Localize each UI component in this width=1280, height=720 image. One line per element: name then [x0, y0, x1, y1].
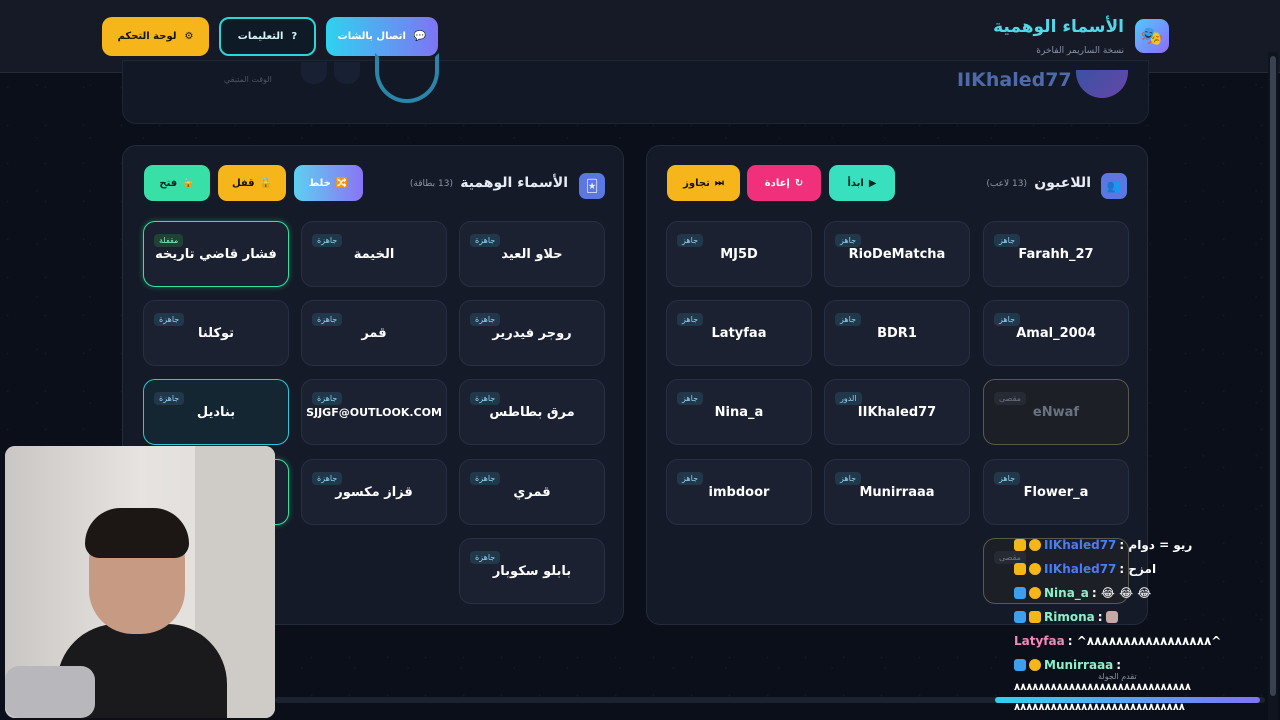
badge-icon	[1029, 563, 1041, 575]
chat-message: ٨٨٨٨٨٨٨٨٨٨٨٨٨٨٨٨٨٨٨٨٨٨٨٨٨٨٨٨٨	[1014, 682, 1192, 693]
refresh-icon: ↻	[794, 177, 804, 189]
chat-message: ٨٨٨٨٨٨٨٨٨٨٨٨٨٨٨٨٨٨٨٨٨٨٨٨٨٨٨٨	[1014, 702, 1185, 713]
open-button[interactable]: 🔓 فتح	[144, 165, 210, 201]
card-icon: 🃏	[579, 173, 605, 199]
name-card[interactable]: جاهزة بناديل	[143, 379, 289, 445]
name-card[interactable]: جاهزة قمر	[301, 300, 447, 366]
chat-message: Munirraaa :	[1014, 658, 1121, 672]
reset-button[interactable]: ↻ إعادة	[747, 165, 821, 201]
badge-icon	[1029, 611, 1041, 623]
player-card[interactable]: جاهز Flower_a	[983, 459, 1129, 525]
chat-message: Nina_a : 😂 😂 😂	[1014, 586, 1151, 600]
chat-icon: 💬	[413, 31, 427, 42]
skip-icon: ⏭	[714, 177, 724, 189]
lock-button[interactable]: 🔒 قفل	[218, 165, 286, 201]
chat-message: IIKhaled77 : ريو = دوام	[1014, 538, 1192, 552]
names-panel-title: الأسماء الوهمية	[460, 175, 568, 191]
chat-message: Rimona :	[1014, 610, 1118, 624]
chat-overlay: IIKhaled77 : ريو = دوام IIKhaled77 : امز…	[1014, 532, 1280, 720]
players-count: (13 لاعب)	[986, 179, 1027, 189]
name-card[interactable]: جاهزة حلاو العيد	[459, 221, 605, 287]
microphone	[5, 666, 95, 718]
name-card[interactable]: مقفلة فشار قاضي تاريخه	[143, 221, 289, 287]
player-card[interactable]: جاهز Amal_2004	[983, 300, 1129, 366]
badge-icon	[1029, 539, 1041, 551]
name-card[interactable]: جاهزة قزاز مكسور	[301, 459, 447, 525]
name-card[interactable]: جاهزة توكلنا	[143, 300, 289, 366]
player-card[interactable]: جاهز BDR1	[824, 300, 970, 366]
badge-icon	[1014, 539, 1026, 551]
players-icon: 👥	[1101, 173, 1127, 199]
lock-icon: 🔒	[259, 177, 273, 189]
shuffle-icon: 🔀	[335, 177, 349, 189]
shuffle-button[interactable]: 🔀 خلط	[294, 165, 363, 201]
name-card[interactable]: جاهزة مرق بطاطس	[459, 379, 605, 445]
player-card[interactable]: جاهز imbdoor	[666, 459, 812, 525]
player-card[interactable]: الدور IIKhaled77	[824, 379, 970, 445]
control-icon[interactable]	[334, 62, 360, 84]
player-card[interactable]: جاهز Nina_a	[666, 379, 812, 445]
instructions-button[interactable]: ? التعليمات	[219, 17, 316, 56]
name-card[interactable]: جاهزة SJJGF@OUTLOOK.COM	[301, 379, 447, 445]
unlock-icon: 🔓	[182, 177, 195, 189]
current-player-name: IIKhaled77	[957, 69, 1072, 91]
players-panel-title: اللاعبون	[1034, 175, 1091, 191]
badge-icon	[1029, 659, 1041, 671]
webcam-feed	[5, 446, 275, 718]
player-card[interactable]: مقصى eNwaf	[983, 379, 1129, 445]
player-card[interactable]: جاهز Latyfaa	[666, 300, 812, 366]
control-icon[interactable]	[301, 62, 327, 84]
chat-message: Latyfaa : ^٨٨٨٨٨٨٨٨٨٨٨٨٨٨٨٨٨^	[1014, 634, 1222, 648]
player-card[interactable]: جاهز Farahh_27	[983, 221, 1129, 287]
play-icon: ▶	[868, 177, 877, 189]
badge-icon	[1029, 587, 1041, 599]
badge-icon	[1014, 563, 1026, 575]
name-card[interactable]: جاهزة بابلو سكوبار	[459, 538, 605, 604]
player-card[interactable]: جاهز RioDeMatcha	[824, 221, 970, 287]
gear-icon: ⚙	[184, 31, 194, 42]
name-card[interactable]: جاهزة الخيمة	[301, 221, 447, 287]
player-card[interactable]: جاهز MJ5D	[666, 221, 812, 287]
chat-connect-button[interactable]: 💬 اتصال بالشات	[326, 17, 438, 56]
names-count: (13 بطاقة)	[409, 179, 453, 189]
badge-icon	[1014, 587, 1026, 599]
emote-icon	[1105, 611, 1118, 623]
skip-button[interactable]: ⏭ تجاوز	[667, 165, 740, 201]
round-progress-label: تقدم الجولة	[1098, 672, 1137, 681]
player-card[interactable]: جاهز Munirraaa	[824, 459, 970, 525]
mask-icon: 🎭	[1135, 19, 1169, 53]
name-card[interactable]: جاهزة روجر فيدرير	[459, 300, 605, 366]
dashboard-button[interactable]: ⚙ لوحة التحكم	[102, 17, 209, 56]
timer-label: الوقت المتبقي	[224, 75, 272, 84]
question-icon: ?	[291, 31, 298, 42]
app-subtitle: نسخة الساريمر الفاخرة	[1036, 46, 1124, 56]
name-card[interactable]: جاهزة قمري	[459, 459, 605, 525]
chat-message: IIKhaled77 : امزح	[1014, 562, 1156, 576]
start-button[interactable]: ▶ ابدأ	[829, 165, 895, 201]
app-title: الأسماء الوهمية	[993, 17, 1124, 37]
badge-icon	[1014, 611, 1026, 623]
badge-icon	[1014, 659, 1026, 671]
